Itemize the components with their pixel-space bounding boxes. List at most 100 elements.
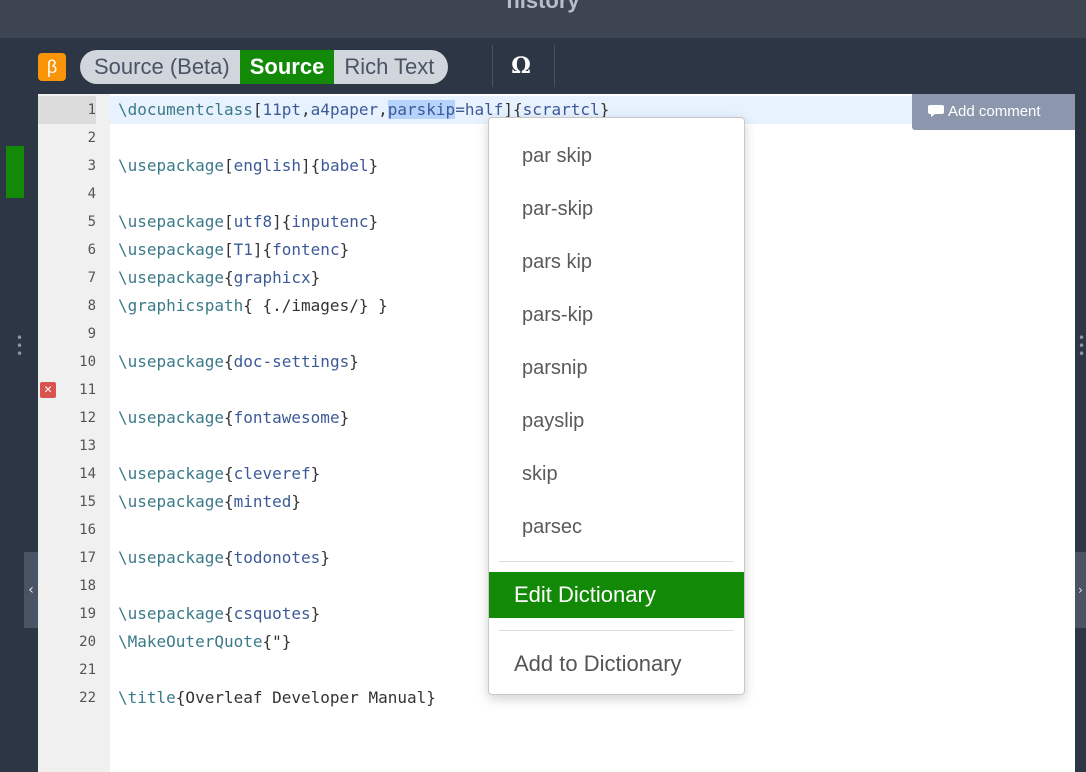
code-line[interactable]: \title{Overleaf Developer Manual} — [118, 684, 436, 712]
bracket-token: ]{ — [272, 212, 292, 231]
command-token: \usepackage — [118, 548, 224, 567]
line-number-label: 9 — [87, 326, 96, 342]
argument-token: csquotes — [233, 604, 311, 623]
bracket-token: [ — [252, 100, 263, 119]
code-line[interactable]: \usepackage[T1]{fontenc} — [118, 236, 349, 264]
edit-dictionary-item[interactable]: Edit Dictionary — [489, 572, 744, 618]
suggestion-item[interactable]: parsnip — [489, 348, 744, 388]
line-number-label: 5 — [87, 214, 96, 230]
argument-token: minted — [233, 492, 292, 511]
line-number: 13 — [38, 432, 96, 460]
suggestion-item[interactable]: par skip — [489, 136, 744, 176]
suggestion-item[interactable]: skip — [489, 454, 744, 494]
resize-handle-icon[interactable]: • • • — [1078, 332, 1085, 360]
line-number: 20 — [38, 628, 96, 656]
line-number-label: 20 — [79, 634, 96, 650]
bracket-token: { — [223, 408, 234, 427]
argument-token: {"} — [262, 632, 292, 651]
editor-toolbar: β Source (Beta) Source Rich Text Ω — [0, 38, 1086, 94]
suggestion-item[interactable]: pars kip — [489, 242, 744, 282]
mode-source-beta-button[interactable]: Source (Beta) — [80, 50, 240, 84]
option-token: a4paper — [310, 100, 379, 119]
error-marker-icon[interactable]: ✕ — [40, 382, 56, 398]
command-token: \usepackage — [118, 352, 224, 371]
bracket-token: [ — [223, 212, 234, 231]
comma-token: , — [378, 100, 388, 119]
argument-token: doc-settings — [233, 352, 350, 371]
line-number: ✕ 11 — [38, 376, 96, 404]
line-number-label: 13 — [79, 438, 96, 454]
bracket-token: } — [368, 212, 379, 231]
menu-divider — [499, 630, 734, 631]
window-title: history — [506, 0, 580, 13]
collapse-right-panel-button[interactable]: › — [1075, 552, 1086, 628]
command-token: \usepackage — [118, 268, 224, 287]
file-tree-active-marker — [6, 146, 24, 198]
line-number: 4 — [38, 180, 96, 208]
bracket-token: ]{ — [252, 240, 273, 259]
bracket-token: { — [223, 352, 234, 371]
code-line[interactable]: \usepackage{doc-settings} — [118, 348, 359, 376]
line-number-label: 16 — [79, 522, 96, 538]
bracket-token: } — [368, 156, 379, 175]
code-line[interactable]: \usepackage{fontawesome} — [118, 404, 349, 432]
option-token: utf8 — [233, 212, 273, 231]
toolbar-divider — [554, 45, 555, 87]
bracket-token: } — [349, 352, 359, 371]
line-number-label: 14 — [79, 466, 96, 482]
bracket-token: } — [339, 408, 350, 427]
command-token: \documentclass — [118, 100, 253, 119]
argument-token: inputenc — [291, 212, 369, 231]
argument-token: cleveref — [233, 464, 311, 483]
line-number: 9 — [38, 320, 96, 348]
bracket-token: { — [223, 548, 234, 567]
line-number: 14 — [38, 460, 96, 488]
code-line[interactable]: \usepackage[utf8]{inputenc} — [118, 208, 378, 236]
argument-token: fontawesome — [233, 408, 340, 427]
misspelled-word-selection[interactable]: parskip — [387, 100, 456, 119]
code-line[interactable]: \MakeOuterQuote{"} — [118, 628, 291, 656]
comma-token: , — [301, 100, 311, 119]
line-number-label: 11 — [79, 382, 96, 398]
suggestion-item[interactable]: parsec — [489, 507, 744, 547]
code-line[interactable]: \usepackage[english]{babel} — [118, 152, 378, 180]
line-number-label: 21 — [79, 662, 96, 678]
add-to-dictionary-item[interactable]: Add to Dictionary — [489, 641, 744, 687]
code-line[interactable]: \usepackage{todonotes} — [118, 544, 330, 572]
line-number: 6 — [38, 236, 96, 264]
line-number-label: 4 — [87, 186, 96, 202]
symbol-palette-button[interactable]: Ω — [500, 48, 542, 84]
bracket-token: } — [291, 492, 302, 511]
collapse-left-panel-button[interactable]: ‹ — [24, 552, 38, 628]
argument-token: { {./images/} } — [243, 296, 388, 315]
spellcheck-context-menu: par skip par-skip pars kip pars-kip pars… — [488, 117, 745, 695]
line-number-label: 3 — [87, 158, 96, 174]
mode-source-button[interactable]: Source — [239, 50, 335, 84]
code-line[interactable]: \usepackage{cleveref} — [118, 460, 320, 488]
line-number: 12 — [38, 404, 96, 432]
code-line[interactable]: \usepackage{graphicx} — [118, 264, 320, 292]
code-line[interactable]: \usepackage{csquotes} — [118, 600, 320, 628]
code-line[interactable]: \usepackage{minted} — [118, 488, 301, 516]
line-number: 3 — [38, 152, 96, 180]
line-number: 10 — [38, 348, 96, 376]
bracket-token: ]{ — [301, 156, 321, 175]
command-token: \usepackage — [118, 492, 224, 511]
code-line[interactable]: \graphicspath{ {./images/} } — [118, 292, 388, 320]
line-number-label: 8 — [87, 298, 96, 314]
line-number-label: 19 — [79, 606, 96, 622]
resize-handle-icon[interactable]: • • • — [16, 332, 23, 360]
line-number-label: 7 — [87, 270, 96, 286]
command-token: \graphicspath — [118, 296, 244, 315]
suggestion-item[interactable]: par-skip — [489, 189, 744, 229]
beta-badge[interactable]: β — [38, 53, 66, 81]
option-token: 11pt — [262, 100, 302, 119]
suggestion-item[interactable]: pars-kip — [489, 295, 744, 335]
menu-divider — [499, 561, 734, 562]
window-title-bar: history — [0, 0, 1086, 38]
add-comment-button[interactable]: Add comment — [912, 94, 1075, 130]
mode-rich-text-button[interactable]: Rich Text — [334, 50, 448, 84]
line-number-label: 10 — [79, 354, 96, 370]
command-token: \usepackage — [118, 408, 224, 427]
suggestion-item[interactable]: payslip — [489, 401, 744, 441]
